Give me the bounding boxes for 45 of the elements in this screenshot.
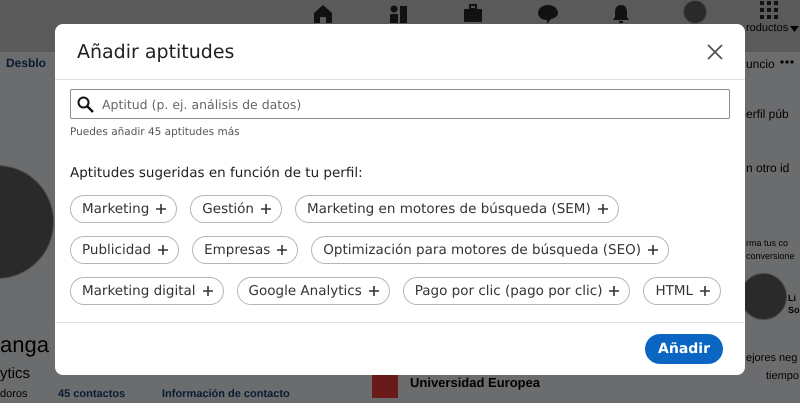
skill-chip[interactable]: Marketing: [70, 195, 178, 223]
sidebar-text[interactable]: uncio: [746, 58, 775, 72]
sidebar-text: Li: [788, 293, 796, 304]
plus-icon: [368, 285, 380, 297]
sidebar-text[interactable]: erfil púb: [746, 108, 789, 122]
add-button[interactable]: Añadir: [645, 334, 723, 364]
plus-icon: [608, 285, 620, 297]
plus-icon: [276, 244, 288, 256]
skill-chip[interactable]: Gestión: [190, 195, 282, 223]
sidebar-text: tiempo: [766, 370, 800, 383]
sidebar-text[interactable]: n otro id: [746, 162, 790, 176]
skill-chip[interactable]: Optimización para motores de búsqueda (SEO): [311, 236, 670, 264]
search-icon: [77, 96, 94, 112]
sidebar-text: So: [788, 305, 800, 316]
skill-chip[interactable]: Publicidad: [70, 236, 180, 264]
house-icon[interactable]: [311, 2, 335, 26]
sidebar-text: conversione: [746, 251, 795, 262]
skill-chip[interactable]: Marketing digital: [70, 277, 224, 305]
search-field[interactable]: Aptitud (p. ej. análisis de datos): [70, 89, 730, 119]
sidebar-text: rma tus co: [746, 238, 788, 248]
plus-icon: [202, 285, 214, 297]
more-icon[interactable]: [780, 60, 794, 64]
profile-followers: doros: [0, 388, 28, 401]
skill-chip[interactable]: Empresas: [192, 236, 298, 264]
profile-name: anga: [0, 332, 49, 358]
grid-icon[interactable]: [758, 0, 780, 20]
plus-icon: [699, 285, 712, 297]
section-title: Aptitudes sugeridas en función de tu perfil:: [70, 165, 364, 181]
skill-chip[interactable]: Marketing en motores de búsqueda (SEM): [294, 195, 619, 223]
profile-headline: ytics: [0, 365, 30, 382]
plus-icon: [260, 203, 272, 215]
sidebar-text: ejores neg: [746, 352, 798, 365]
dialog-title: Añadir aptitudes: [77, 40, 234, 62]
education-name: Universidad Europea: [410, 376, 540, 391]
skill-chip[interactable]: HTML: [643, 277, 722, 305]
skill-chip[interactable]: Google Analytics: [236, 277, 390, 305]
plus-icon: [596, 203, 609, 215]
caret-icon: [790, 26, 799, 32]
hint-text: Puedes añadir 45 aptitudes más: [70, 126, 241, 138]
speech-bubble-icon[interactable]: [536, 2, 560, 26]
close-icon: [707, 44, 723, 60]
skill-chip[interactable]: Pago por clic (pago por clic): [402, 277, 630, 305]
plus-icon: [155, 203, 168, 215]
plus-icon: [157, 244, 170, 256]
plus-icon: [647, 244, 660, 256]
